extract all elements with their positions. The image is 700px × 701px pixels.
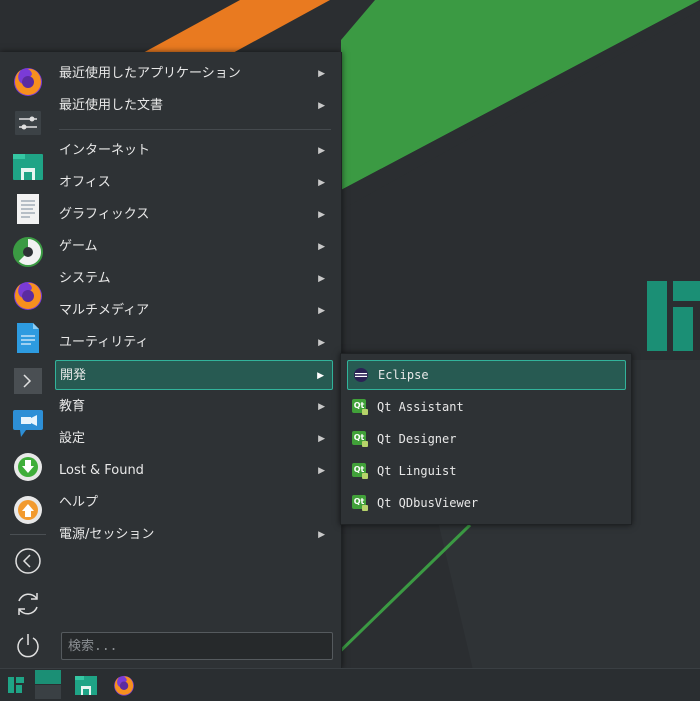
menu-item-label: ゲーム	[59, 239, 98, 254]
menu-item-games[interactable]: ゲーム ▶	[55, 232, 333, 262]
menu-item-label: グラフィックス	[59, 207, 150, 222]
firefox-icon[interactable]	[8, 275, 48, 315]
menu-item-label: 電源/セッション	[59, 527, 155, 542]
eclipse-icon	[353, 367, 369, 383]
menu-item-power-session[interactable]: 電源/セッション ▶	[55, 520, 333, 550]
submenu-arrow-icon: ▶	[318, 306, 325, 316]
firefox-icon[interactable]	[110, 669, 138, 701]
submenu-item-label: Qt Linguist	[377, 464, 457, 478]
menu-item-system[interactable]: システム ▶	[55, 264, 333, 294]
favorites-bar	[6, 58, 49, 662]
development-submenu: Eclipse Qt Qt Assistant Qt Qt Designer Q…	[340, 353, 632, 525]
qt-icon: Qt	[352, 431, 368, 447]
submenu-arrow-icon: ▶	[318, 69, 325, 79]
submenu-item-qt-linguist[interactable]: Qt Qt Linguist	[347, 456, 626, 486]
menu-item-internet[interactable]: インターネット ▶	[55, 136, 333, 166]
menu-item-label: 最近使用した文書	[59, 98, 164, 113]
menu-item-education[interactable]: 教育 ▶	[55, 392, 333, 422]
submenu-item-label: Qt Assistant	[377, 400, 464, 414]
menu-item-graphics[interactable]: グラフィックス ▶	[55, 200, 333, 230]
submenu-arrow-icon: ▶	[317, 371, 324, 381]
submenu-item-label: Qt Designer	[377, 432, 457, 446]
manjaro-logo-watermark	[647, 281, 700, 351]
submenu-item-eclipse[interactable]: Eclipse	[347, 360, 626, 390]
submenu-arrow-icon: ▶	[318, 146, 325, 156]
menu-item-label: マルチメディア	[59, 303, 150, 318]
submenu-arrow-icon: ▶	[318, 101, 325, 111]
submenu-arrow-icon: ▶	[318, 274, 325, 284]
submenu-arrow-icon: ▶	[318, 530, 325, 540]
system-settings-icon[interactable]	[8, 103, 48, 143]
menu-item-office[interactable]: オフィス ▶	[55, 168, 333, 198]
menu-item-label: 教育	[59, 399, 86, 414]
menu-item-label: ヘルプ	[59, 495, 99, 510]
menu-item-lost-and-found[interactable]: Lost & Found ▶	[55, 456, 333, 486]
submenu-item-label: Eclipse	[378, 368, 429, 382]
qt-icon: Qt	[352, 495, 368, 511]
power-icon[interactable]	[8, 625, 48, 665]
screencast-icon[interactable]	[8, 404, 48, 444]
menu-item-utilities[interactable]: ユーティリティ ▶	[55, 328, 333, 358]
menu-item-label: インターネット	[59, 143, 151, 158]
menu-item-recent-documents[interactable]: 最近使用した文書 ▶	[55, 91, 333, 121]
submenu-item-qt-assistant[interactable]: Qt Qt Assistant	[347, 392, 626, 422]
submenu-arrow-icon: ▶	[318, 466, 325, 476]
submenu-arrow-icon: ▶	[318, 434, 325, 444]
menu-item-label: オフィス	[59, 175, 111, 190]
menu-item-label: Lost & Found	[59, 463, 144, 478]
terminal-icon[interactable]	[8, 361, 48, 401]
search-input[interactable]	[61, 632, 333, 660]
disk-usage-icon[interactable]	[8, 232, 48, 272]
menu-item-settings[interactable]: 設定 ▶	[55, 424, 333, 454]
menu-item-label: 最近使用したアプリケーション	[59, 66, 241, 81]
firefox-icon[interactable]	[8, 61, 48, 101]
menu-item-label: 開発	[60, 368, 87, 383]
menu-item-recent-applications[interactable]: 最近使用したアプリケーション ▶	[55, 59, 333, 89]
menu-item-development[interactable]: 開発 ▶	[55, 360, 333, 390]
qt-icon: Qt	[352, 463, 368, 479]
submenu-arrow-icon: ▶	[318, 242, 325, 252]
back-icon[interactable]	[8, 541, 48, 581]
download-icon[interactable]	[8, 447, 48, 487]
refresh-icon[interactable]	[8, 584, 48, 624]
submenu-item-qt-designer[interactable]: Qt Qt Designer	[347, 424, 626, 454]
submenu-item-label: Qt QDbusViewer	[377, 496, 479, 510]
menu-separator	[59, 129, 331, 130]
submenu-arrow-icon: ▶	[318, 210, 325, 220]
submenu-item-qt-qdbusviewer[interactable]: Qt Qt QDbusViewer	[347, 488, 626, 518]
update-icon[interactable]	[8, 490, 48, 530]
menu-item-label: ユーティリティ	[59, 335, 149, 350]
file-manager-icon[interactable]	[8, 146, 48, 186]
menu-item-help[interactable]: ヘルプ	[55, 488, 333, 518]
submenu-arrow-icon: ▶	[318, 338, 325, 348]
document-icon[interactable]	[8, 318, 48, 358]
favorites-separator	[10, 534, 46, 535]
menu-item-label: 設定	[59, 431, 86, 446]
application-menu: 最近使用したアプリケーション ▶ 最近使用した文書 ▶ インターネット ▶ オフ…	[0, 52, 342, 668]
submenu-arrow-icon: ▶	[318, 402, 325, 412]
taskbar	[0, 668, 700, 701]
manjaro-menu-icon[interactable]	[3, 669, 29, 701]
desktop-pager-icon[interactable]	[34, 669, 62, 701]
menu-item-label: システム	[59, 271, 111, 286]
text-editor-icon[interactable]	[8, 189, 48, 229]
menu-item-multimedia[interactable]: マルチメディア ▶	[55, 296, 333, 326]
qt-icon: Qt	[352, 399, 368, 415]
file-manager-icon[interactable]	[72, 669, 100, 701]
submenu-arrow-icon: ▶	[318, 178, 325, 188]
